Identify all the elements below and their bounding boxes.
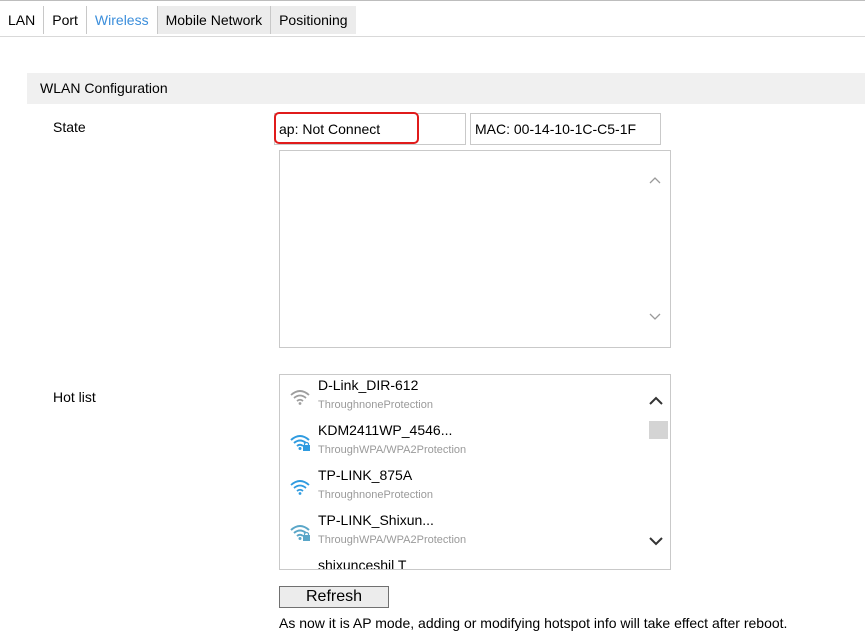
wifi-icon	[289, 567, 311, 570]
tab-lan[interactable]: LAN	[0, 6, 45, 34]
wifi-icon	[290, 480, 310, 495]
hotspot-item[interactable]: shixunceshil T	[280, 555, 640, 570]
refresh-button[interactable]: Refresh	[279, 586, 389, 608]
ap-status-field: ap: Not Connect	[274, 113, 466, 145]
hotspot-security: ThroughnoneProtection	[318, 489, 433, 501]
tab-mobile-network[interactable]: Mobile Network	[157, 6, 272, 34]
wifi-lock-icon	[290, 435, 310, 451]
hotlist-scroll-up-icon[interactable]	[649, 395, 663, 407]
hotspot-security: ThroughWPA/WPA2Protection	[318, 534, 467, 546]
ap-mode-note: As now it is AP mode, adding or modifyin…	[279, 615, 788, 631]
tab-bar: LAN Port Wireless Mobile Network Positio…	[0, 6, 356, 34]
state-log-textarea[interactable]	[279, 150, 671, 348]
hotspot-ssid: D-Link_DIR-612	[318, 377, 419, 393]
scroll-down-icon[interactable]	[649, 310, 661, 322]
hotspot-security: ThroughnoneProtection	[318, 399, 433, 411]
tab-port[interactable]: Port	[44, 6, 87, 34]
hot-list-label: Hot list	[53, 389, 96, 405]
state-label: State	[53, 119, 86, 135]
hotlist-scrollbar-thumb[interactable]	[649, 421, 668, 439]
hot-list[interactable]: D-Link_DIR-612 ThroughnoneProtection KDM…	[279, 374, 671, 570]
top-border	[0, 0, 865, 1]
hotspot-ssid: TP-LINK_875A	[318, 467, 413, 483]
wifi-icon	[290, 390, 310, 405]
mac-address-field: MAC: 00-14-10-1C-C5-1F	[470, 113, 661, 145]
hotspot-item[interactable]: TP-LINK_875A ThroughnoneProtection	[280, 465, 640, 510]
tab-divider	[0, 36, 865, 37]
hotspot-ssid: KDM2411WP_4546...	[318, 422, 453, 438]
hotspot-item[interactable]: TP-LINK_Shixun... ThroughWPA/WPA2Protect…	[280, 510, 640, 555]
tab-wireless[interactable]: Wireless	[86, 6, 158, 34]
hotlist-scroll-down-icon[interactable]	[649, 535, 663, 547]
scroll-up-icon[interactable]	[649, 175, 661, 187]
hotspot-ssid: shixunceshil T	[318, 557, 407, 570]
wifi-lock-icon	[290, 525, 310, 541]
tab-positioning[interactable]: Positioning	[271, 6, 356, 34]
section-header: WLAN Configuration	[27, 73, 865, 104]
hotspot-item[interactable]: KDM2411WP_4546... ThroughWPA/WPA2Protect…	[280, 420, 640, 465]
hotspot-ssid: TP-LINK_Shixun...	[318, 512, 434, 528]
hotspot-security: ThroughWPA/WPA2Protection	[318, 444, 467, 456]
hotspot-item[interactable]: D-Link_DIR-612 ThroughnoneProtection	[280, 375, 640, 420]
